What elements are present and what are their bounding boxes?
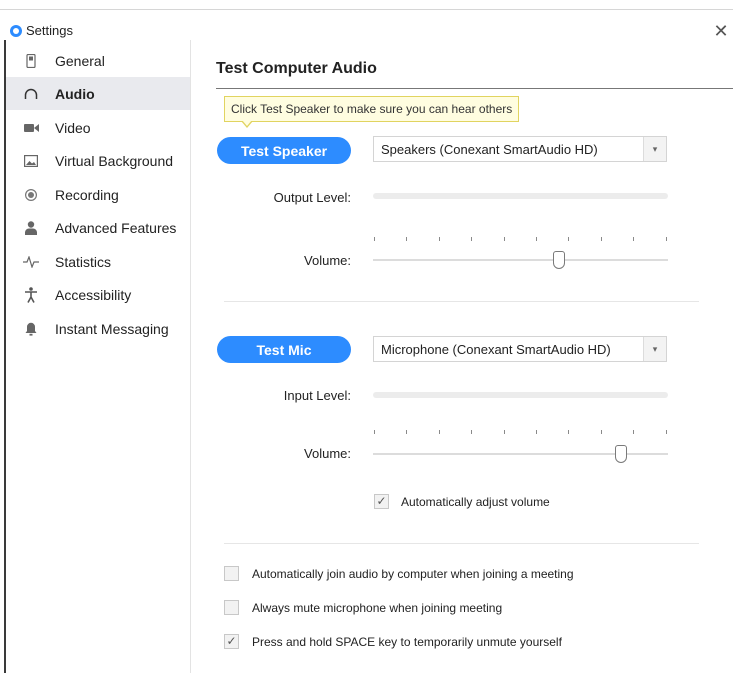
slider-tick — [406, 237, 408, 241]
slider-tick — [438, 430, 440, 434]
chevron-down-icon: ▾ — [643, 337, 666, 361]
sidebar-item-label: Accessibility — [55, 286, 132, 303]
close-icon[interactable]: ✕ — [712, 22, 730, 40]
sidebar-item-label: Statistics — [55, 253, 112, 270]
auto-adjust-volume-checkbox[interactable]: ✓ — [374, 494, 389, 509]
slider-tick — [374, 237, 375, 241]
slider-tick — [471, 430, 473, 434]
sidebar-item-instant-messaging[interactable]: Instant Messaging — [6, 312, 190, 345]
sidebar-item-statistics[interactable]: Statistics — [6, 245, 190, 278]
speaker-device-value: Speakers (Conexant SmartAudio HD) — [381, 142, 598, 157]
sidebar-item-label: Virtual Background — [55, 152, 174, 169]
speaker-volume-thumb[interactable] — [552, 251, 565, 269]
test-speaker-tooltip: Click Test Speaker to make sure you can … — [224, 96, 520, 128]
video-camera-icon — [23, 120, 39, 136]
user-icon — [23, 220, 39, 236]
slider-tick — [438, 237, 440, 241]
output-level-label: Output Level: — [273, 190, 351, 205]
space-to-unmute-label: Press and hold SPACE key to temporarily … — [252, 635, 562, 649]
accessibility-icon — [23, 286, 39, 303]
slider-tick — [568, 430, 570, 434]
slider-tick — [536, 430, 537, 434]
sidebar: General Audio Video Virtual Background R… — [6, 40, 191, 673]
slider-tick — [503, 430, 505, 434]
sidebar-item-label: Audio — [55, 85, 95, 102]
sidebar-item-accessibility[interactable]: Accessibility — [6, 278, 190, 311]
auto-join-audio-label: Automatically join audio by computer whe… — [252, 567, 574, 581]
slider-tick — [600, 430, 602, 434]
sidebar-item-label: Instant Messaging — [55, 320, 169, 337]
test-speaker-button[interactable]: Test Speaker — [217, 137, 351, 164]
audio-settings-panel: Test Computer Audio Click Test Speaker t… — [191, 40, 733, 673]
speaker-volume-slider[interactable] — [373, 259, 668, 261]
section-divider — [224, 543, 699, 544]
space-to-unmute-checkbox[interactable]: ✓ — [224, 634, 239, 649]
sidebar-item-label: General — [55, 52, 105, 69]
section-divider — [224, 301, 699, 302]
mic-volume-thumb[interactable] — [614, 445, 627, 463]
mute-on-join-label: Always mute microphone when joining meet… — [252, 601, 503, 615]
section-title: Test Computer Audio — [216, 60, 377, 77]
slider-tick — [600, 237, 602, 241]
title-divider — [216, 88, 733, 89]
slider-tick — [374, 430, 375, 434]
background-image-icon — [23, 153, 39, 169]
slider-tick — [633, 237, 635, 241]
pulse-icon — [23, 254, 39, 270]
output-level-meter — [373, 193, 668, 199]
auto-adjust-volume-label: Automatically adjust volume — [401, 495, 550, 509]
sidebar-item-recording[interactable]: Recording — [6, 178, 190, 211]
general-icon — [23, 53, 39, 69]
sidebar-item-audio[interactable]: Audio — [6, 77, 190, 110]
sidebar-item-advanced-features[interactable]: Advanced Features — [6, 211, 190, 244]
app-logo-icon — [10, 25, 22, 37]
test-mic-button[interactable]: Test Mic — [217, 336, 351, 363]
chevron-down-icon: ▾ — [643, 137, 666, 161]
sidebar-item-video[interactable]: Video — [6, 111, 190, 144]
slider-tick — [503, 237, 505, 241]
sidebar-item-label: Video — [55, 119, 91, 136]
sidebar-item-label: Recording — [55, 186, 119, 203]
sidebar-item-general[interactable]: General — [6, 44, 190, 77]
sidebar-item-label: Advanced Features — [55, 219, 177, 236]
input-level-meter — [373, 392, 668, 398]
slider-tick — [665, 237, 667, 241]
record-icon — [23, 187, 39, 203]
slider-tick — [665, 430, 667, 434]
slider-tick — [633, 430, 635, 434]
slider-tick — [406, 430, 408, 434]
slider-tick — [471, 237, 473, 241]
mute-on-join-checkbox[interactable] — [224, 600, 239, 615]
speaker-select[interactable]: Speakers (Conexant SmartAudio HD) ▾ — [373, 136, 667, 162]
slider-tick — [568, 237, 570, 241]
sidebar-item-virtual-background[interactable]: Virtual Background — [6, 144, 190, 177]
bell-icon — [23, 321, 39, 337]
microphone-device-value: Microphone (Conexant SmartAudio HD) — [381, 342, 611, 357]
window-title: Settings — [26, 23, 73, 38]
microphone-select[interactable]: Microphone (Conexant SmartAudio HD) ▾ — [373, 336, 667, 362]
title-bar: Settings ✕ — [0, 10, 733, 40]
headphones-icon — [23, 86, 39, 102]
slider-tick — [536, 237, 537, 241]
speaker-volume-label: Volume: — [304, 253, 351, 268]
input-level-label: Input Level: — [283, 388, 351, 403]
mic-volume-label: Volume: — [304, 446, 351, 461]
auto-join-audio-checkbox[interactable] — [224, 566, 239, 581]
window-top-edge — [0, 0, 733, 10]
